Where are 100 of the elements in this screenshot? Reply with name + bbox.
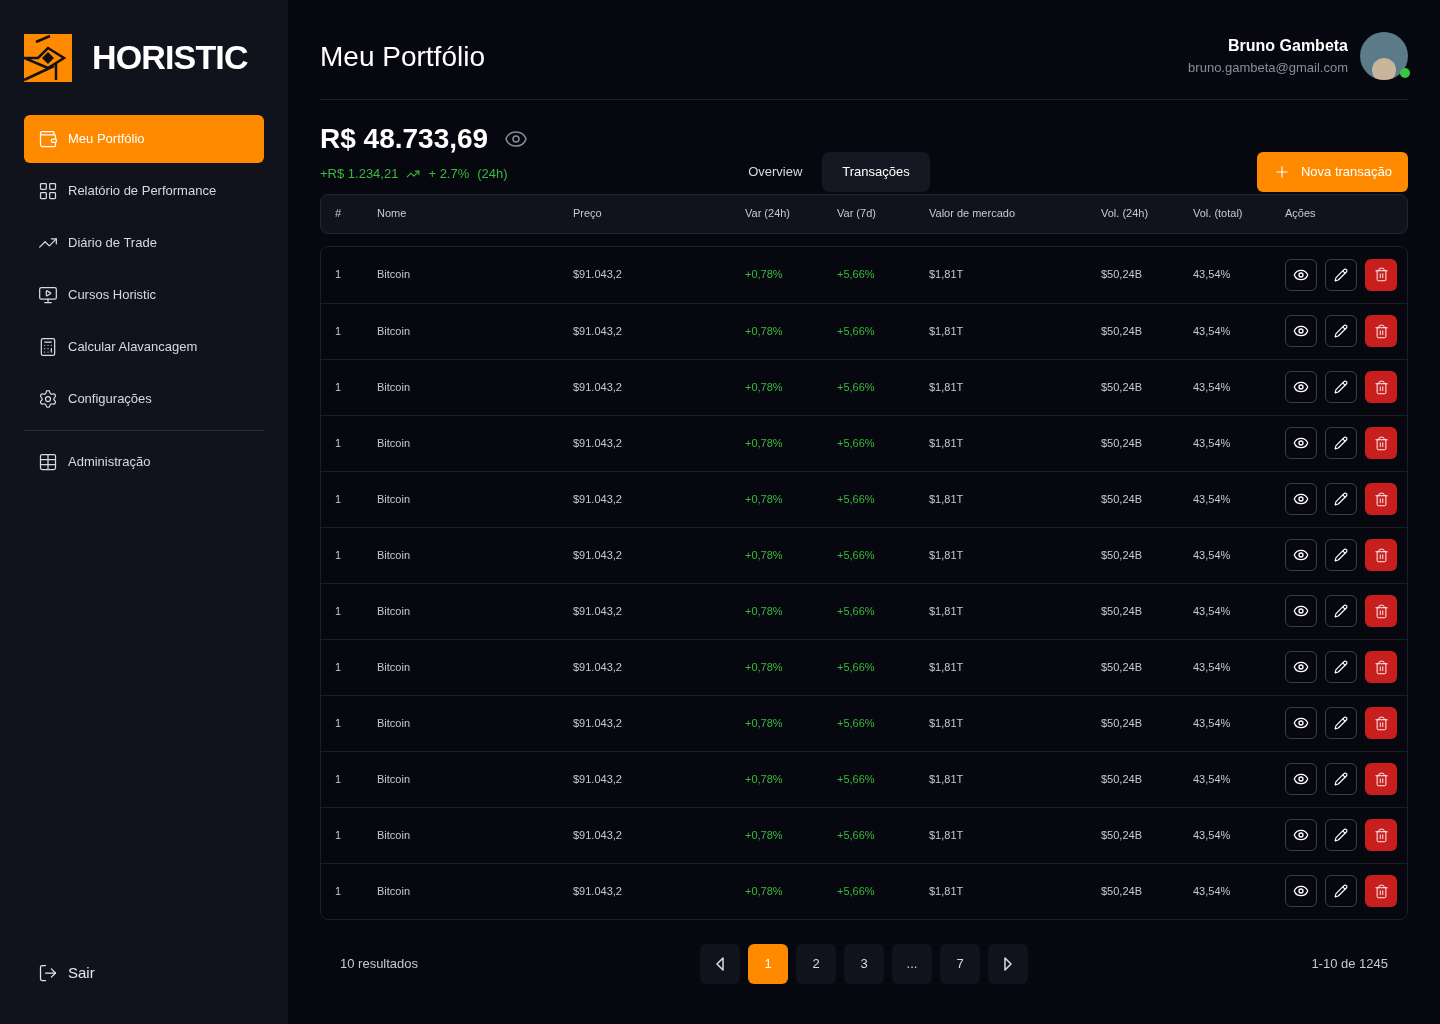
table-cell-text: +5,66% [837,827,876,843]
table-cell-text: 43,54% [1193,323,1232,339]
eye-icon [1293,435,1309,451]
view-button[interactable] [1285,315,1317,347]
page-button[interactable]: 7 [940,943,980,984]
delete-button[interactable] [1365,427,1397,459]
pencil-icon [1334,884,1348,898]
sidebar-item[interactable]: Diário de Trade [24,219,264,267]
table-cell-text: +0,78% [745,771,784,787]
edit-button[interactable] [1325,371,1357,403]
edit-button[interactable] [1325,651,1357,683]
table-cell-text: 43,54% [1193,659,1232,675]
edit-button[interactable] [1325,315,1357,347]
view-button[interactable] [1285,763,1317,795]
sidebar-item[interactable]: Calcular Alavancagem [24,323,264,371]
delete-button[interactable] [1365,371,1397,403]
view-button[interactable] [1285,483,1317,515]
table-cell-text: 1 [335,715,343,731]
user-email: bruno.gambeta@gmail.com [1188,59,1348,78]
previous-page-button[interactable] [700,943,740,984]
trash-icon [1373,659,1389,675]
view-button[interactable] [1285,258,1317,291]
delete-button[interactable] [1365,875,1397,907]
sidebar-item[interactable]: Configurações [24,375,264,423]
sidebar-item[interactable]: Cursos Horistic [24,271,264,319]
edit-button[interactable] [1325,258,1357,291]
delete-button[interactable] [1365,707,1397,739]
table-cell-text: $50,24B [1101,771,1143,787]
table-cell-text: 1 [335,491,343,507]
delete-button[interactable] [1365,315,1397,347]
pencil-icon [1334,324,1348,338]
table-cell-text: +0,78% [745,435,784,451]
table-cell-text: $1,81T [929,827,965,843]
table-cell-text: Bitcoin [377,435,412,451]
table-cell-text: +0,78% [745,715,784,731]
edit-button[interactable] [1325,427,1357,459]
logout-link[interactable]: Sair [24,961,264,984]
delete-button[interactable] [1365,763,1397,795]
trash-icon [1373,715,1389,731]
view-button[interactable] [1285,539,1317,571]
edit-button[interactable] [1325,595,1357,627]
column-header: Preço [573,206,603,222]
view-button[interactable] [1285,707,1317,739]
edit-button[interactable] [1325,539,1357,571]
next-page-button[interactable] [988,943,1028,984]
table-cell-text: $91.043,2 [573,883,623,899]
trash-icon [1373,771,1389,787]
view-button[interactable] [1285,875,1317,907]
delete-button[interactable] [1365,651,1397,683]
page-button[interactable]: 2 [796,943,836,984]
sidebar-item[interactable]: Administração [24,438,264,486]
page-button[interactable]: ... [892,943,932,984]
table-cell-text: +0,78% [745,379,784,395]
delete-button[interactable] [1365,483,1397,515]
table-cell-text: $1,81T [929,715,965,731]
delete-button[interactable] [1365,819,1397,851]
tab[interactable]: Overview [728,151,823,192]
delete-button[interactable] [1365,258,1397,291]
delete-button[interactable] [1365,539,1397,571]
edit-button[interactable] [1325,819,1357,851]
trash-icon [1373,435,1389,451]
table-cell-text: +5,66% [837,771,876,787]
edit-button[interactable] [1325,875,1357,907]
edit-button[interactable] [1325,763,1357,795]
table-cell-text: $50,24B [1101,491,1143,507]
balance-period: (24h) [477,165,508,183]
view-button[interactable] [1285,651,1317,683]
table-cell-text: Bitcoin [377,659,412,675]
delete-button[interactable] [1365,595,1397,627]
table-cell-text: $91.043,2 [573,323,623,339]
view-button[interactable] [1285,427,1317,459]
table-cell-text: 43,54% [1193,603,1232,619]
table-cell-text: $50,24B [1101,435,1143,451]
grid-icon [38,181,58,201]
edit-button[interactable] [1325,707,1357,739]
table-cell-text: 1 [335,323,343,339]
view-button[interactable] [1285,819,1317,851]
table-cell-text: $91.043,2 [573,267,623,283]
table-cell-text: $1,81T [929,659,965,675]
column-header: Nome [377,206,408,222]
table-cell-text: $91.043,2 [573,603,623,619]
left-triangle-icon [715,956,725,971]
trash-icon [1373,267,1389,282]
view-button[interactable] [1285,371,1317,403]
table-cell-text: 1 [335,379,343,395]
view-button[interactable] [1285,595,1317,627]
table-cell-text: Bitcoin [377,323,412,339]
table-cell-text: $1,81T [929,379,965,395]
table-cell-text: +0,78% [745,547,784,563]
eye-icon [1293,771,1309,787]
edit-button[interactable] [1325,483,1357,515]
tab[interactable]: Transações [822,151,930,192]
sidebar-item[interactable]: Relatório de Performance [24,167,264,215]
page-button[interactable]: 3 [844,943,884,984]
table-cell-text: +0,78% [745,267,784,283]
avatar[interactable] [1360,32,1408,80]
trash-icon [1373,323,1389,339]
table-cell-text: 43,54% [1193,715,1232,731]
table-cell-text: 43,54% [1193,435,1232,451]
table-cell-text: $50,24B [1101,547,1143,563]
